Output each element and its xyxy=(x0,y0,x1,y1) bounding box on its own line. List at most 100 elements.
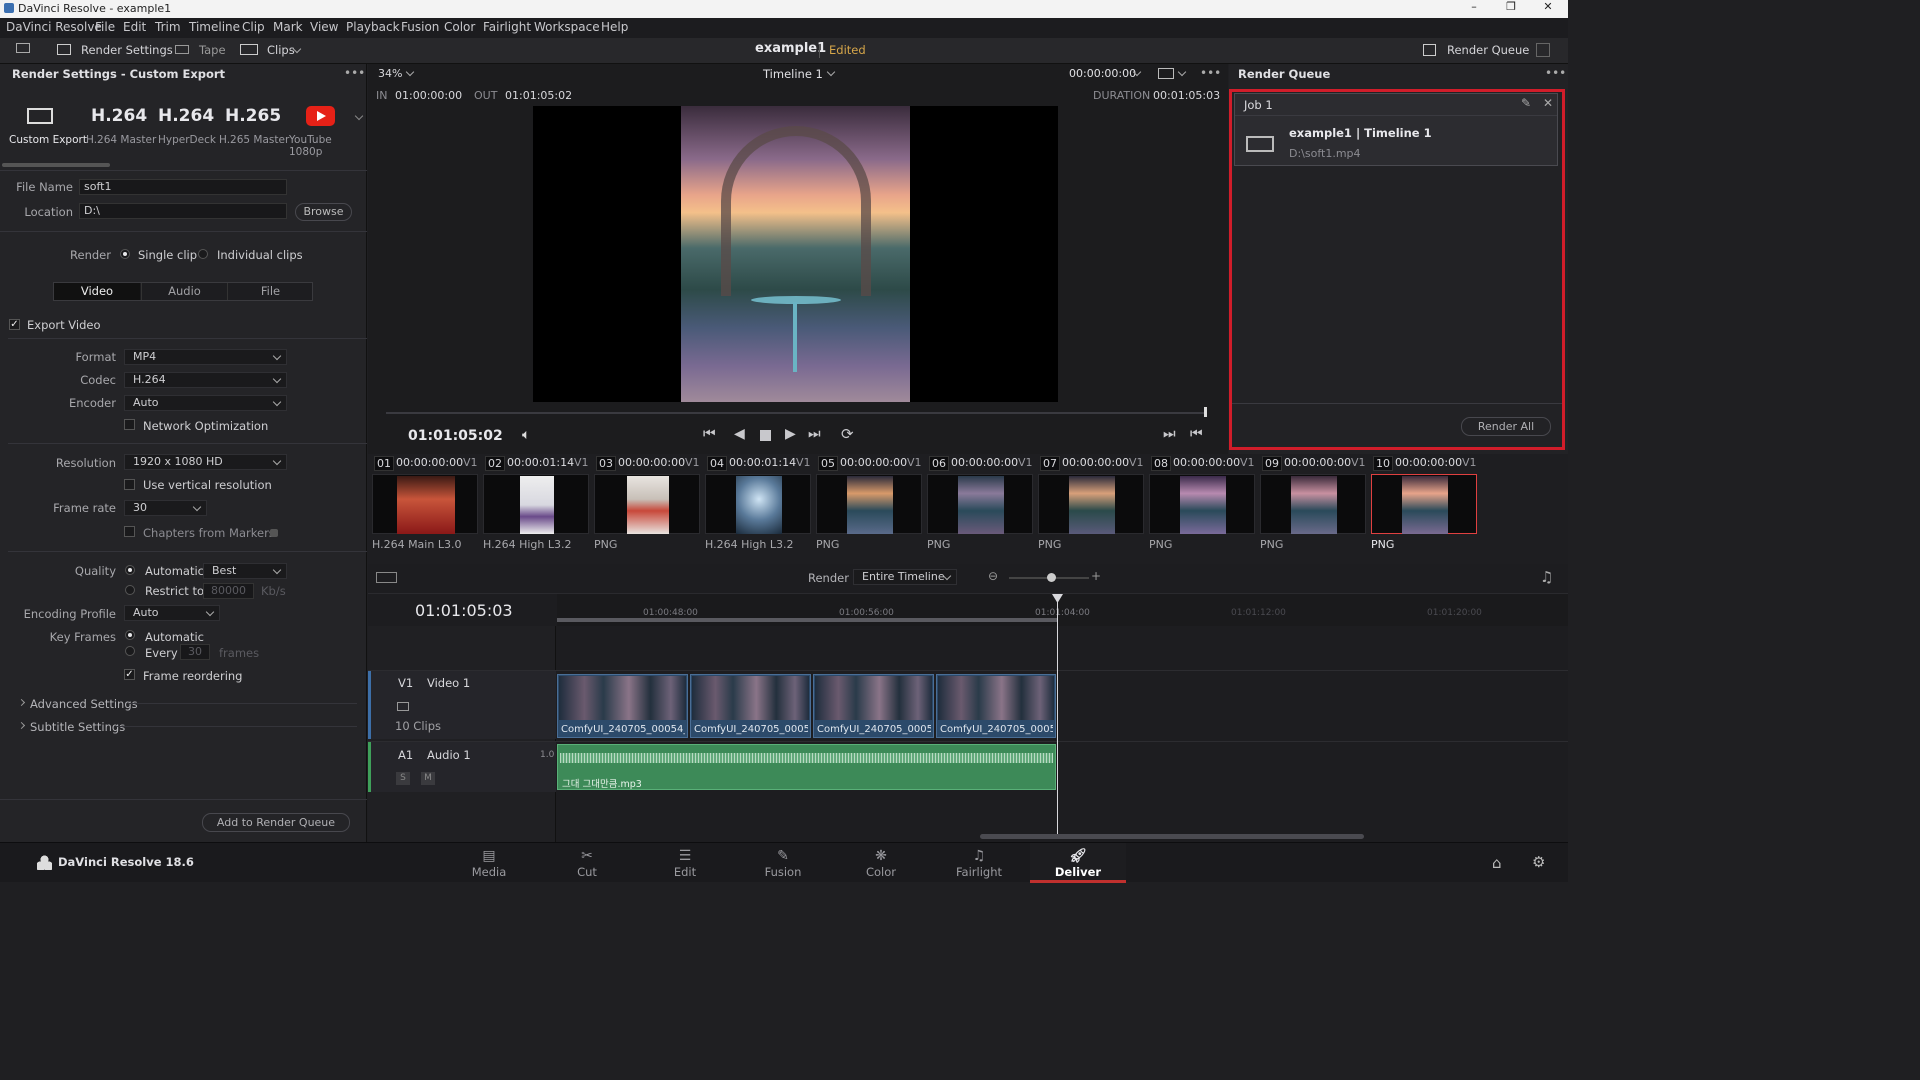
menu-fairlight[interactable]: Fairlight xyxy=(483,20,531,34)
play-icon[interactable]: ▶︎ xyxy=(785,426,796,442)
scrubber-bar[interactable] xyxy=(386,412,1206,414)
preset-custom-export[interactable]: Custom Export xyxy=(9,134,87,146)
go-to-start-icon[interactable]: ⏮︎ xyxy=(703,426,716,442)
menu-playback[interactable]: Playback xyxy=(346,20,400,34)
export-video-checkbox[interactable]: ✓ xyxy=(9,319,20,330)
page-fusion[interactable]: ✎ Fusion xyxy=(735,843,831,883)
settings-gear-icon[interactable]: ⚙ xyxy=(1532,853,1545,871)
render-queue-toggle[interactable]: Render Queue xyxy=(1447,43,1529,57)
timeline-view-icon[interactable] xyxy=(376,572,397,583)
clip-thumbnail[interactable] xyxy=(483,474,589,534)
page-deliver[interactable]: 🚀︎ Deliver xyxy=(1030,843,1126,883)
menu-edit[interactable]: Edit xyxy=(123,20,146,34)
music-icon[interactable]: ♫ xyxy=(1540,568,1553,586)
video-clip[interactable]: ComfyUI_240705_00054_.png xyxy=(557,674,688,738)
clip-thumbnail[interactable] xyxy=(816,474,922,534)
preset-h265-master[interactable]: H.265 Master xyxy=(219,134,289,146)
vertical-resolution-checkbox[interactable] xyxy=(124,479,135,490)
page-media[interactable]: ▤ Media xyxy=(441,843,537,883)
kf-automatic-radio[interactable] xyxy=(125,630,135,640)
menu-trim[interactable]: Trim xyxy=(155,20,181,34)
menu-mark[interactable]: Mark xyxy=(273,20,303,34)
page-color[interactable]: ❋ Color xyxy=(833,843,929,883)
chevron-down-icon[interactable] xyxy=(354,111,364,121)
clip-thumbnail[interactable] xyxy=(1371,474,1477,534)
menu-file[interactable]: File xyxy=(95,20,115,34)
clip-thumbnail[interactable] xyxy=(705,474,811,534)
clip-thumbnail[interactable] xyxy=(372,474,478,534)
render-all-button[interactable]: Render All xyxy=(1461,417,1551,436)
edit-job-icon[interactable]: ✎ xyxy=(1521,96,1531,110)
next-clip-icon[interactable]: ⏭︎ xyxy=(1163,426,1176,442)
marker-icon[interactable] xyxy=(270,529,278,537)
menu-help[interactable]: Help xyxy=(601,20,628,34)
tab-video[interactable]: Video xyxy=(54,283,140,300)
go-to-end-icon[interactable]: ⏭︎ xyxy=(808,426,821,442)
add-to-render-queue-button[interactable]: Add to Render Queue xyxy=(202,813,350,832)
horizontal-scrollbar[interactable] xyxy=(980,834,1364,839)
file-name-input[interactable]: soft1 xyxy=(79,179,287,195)
preset-hyperdeck[interactable]: HyperDeck xyxy=(158,134,216,146)
zoom-in-icon[interactable]: + xyxy=(1091,569,1101,583)
codec-dropdown[interactable]: H.264 xyxy=(124,372,287,388)
restrict-input[interactable]: 80000 xyxy=(203,583,254,599)
format-dropdown[interactable]: MP4 xyxy=(124,349,287,365)
frame-rate-dropdown[interactable]: 30 xyxy=(124,500,207,516)
preset-youtube-1080p[interactable]: YouTube 1080p xyxy=(289,134,366,158)
solo-button[interactable]: S xyxy=(396,772,410,785)
video-clip[interactable]: ComfyUI_240705_00058_... xyxy=(813,674,934,738)
quality-automatic-radio[interactable] xyxy=(125,565,135,575)
zoom-level[interactable]: 34% xyxy=(378,67,402,80)
stop-icon[interactable] xyxy=(760,430,771,441)
preset-h264-master-title[interactable]: H.264 xyxy=(91,106,147,126)
loop-icon[interactable]: ⟳ xyxy=(841,425,854,443)
preset-h264-master[interactable]: H.264 Master xyxy=(86,134,156,146)
menu-color[interactable]: Color xyxy=(444,20,475,34)
video-clip[interactable]: ComfyUI_240705_00059_... xyxy=(936,674,1056,738)
more-options-icon[interactable]: ••• xyxy=(344,66,365,80)
zoom-out-icon[interactable]: ⊖ xyxy=(988,569,998,583)
chevron-right-icon[interactable] xyxy=(17,721,26,730)
clip-thumbnail[interactable] xyxy=(1038,474,1144,534)
network-optimization-checkbox[interactable] xyxy=(124,419,135,430)
tab-file[interactable]: File xyxy=(227,283,313,300)
advanced-settings-toggle[interactable]: Advanced Settings xyxy=(30,697,138,711)
video-clip[interactable]: ComfyUI_240705_00057_... xyxy=(690,674,811,738)
viewer-timecode[interactable]: 00:00:00:00 xyxy=(1069,67,1136,80)
maximize-button[interactable]: ❐ xyxy=(1503,0,1519,13)
restrict-radio[interactable] xyxy=(125,585,135,595)
preset-h265-master-title[interactable]: H.265 xyxy=(225,106,281,126)
video-canvas[interactable] xyxy=(533,106,1058,402)
preset-hyperdeck-title[interactable]: H.264 xyxy=(158,106,214,126)
close-window-button[interactable]: ✕ xyxy=(1540,0,1556,13)
browse-button[interactable]: Browse xyxy=(295,203,352,221)
kf-every-input[interactable]: 30 xyxy=(180,644,210,660)
single-clip-label[interactable]: Single clip xyxy=(138,248,197,262)
preset-scrollbar[interactable] xyxy=(2,163,110,167)
clip-thumbnail[interactable] xyxy=(1149,474,1255,534)
frame-reordering-checkbox[interactable]: ✓ xyxy=(124,669,135,680)
individual-clips-radio[interactable] xyxy=(198,249,208,259)
encoding-profile-dropdown[interactable]: Auto xyxy=(124,605,220,621)
zoom-slider-handle[interactable] xyxy=(1047,573,1056,582)
timeline-name[interactable]: Timeline 1 xyxy=(763,67,823,81)
chevron-right-icon[interactable] xyxy=(17,698,26,707)
kf-every-radio[interactable] xyxy=(125,646,135,656)
menu-view[interactable]: View xyxy=(310,20,338,34)
scrubber-playhead[interactable] xyxy=(1204,407,1207,417)
chevron-down-icon[interactable] xyxy=(405,67,415,77)
viewer-options-icon[interactable] xyxy=(1158,68,1174,79)
playhead[interactable] xyxy=(1057,594,1058,838)
audio-clip[interactable]: 그대 그대만큼.mp3 xyxy=(557,744,1056,790)
mute-button[interactable]: M xyxy=(421,772,435,785)
tape-toggle[interactable]: Tape xyxy=(199,43,226,57)
volume-icon[interactable]: 🔈︎ xyxy=(522,427,530,443)
chapters-checkbox[interactable] xyxy=(124,526,135,537)
remove-job-icon[interactable]: ✕ xyxy=(1543,96,1553,110)
menu-davinci[interactable]: DaVinci Resolve xyxy=(6,20,102,34)
chevron-down-icon[interactable] xyxy=(826,67,836,77)
clip-thumbnail[interactable] xyxy=(594,474,700,534)
location-input[interactable]: D:\ xyxy=(79,203,287,219)
menu-timeline[interactable]: Timeline xyxy=(189,20,240,34)
page-cut[interactable]: ✂ Cut xyxy=(539,843,635,883)
